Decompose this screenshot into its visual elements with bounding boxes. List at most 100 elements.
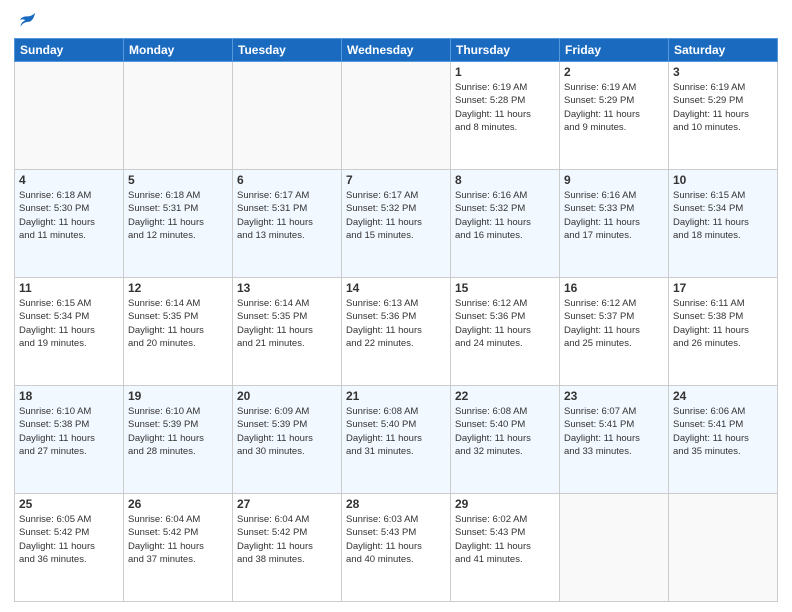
- day-info: Sunrise: 6:03 AM Sunset: 5:43 PM Dayligh…: [346, 513, 446, 566]
- header-sunday: Sunday: [15, 39, 124, 62]
- logo-bird-icon: [16, 10, 38, 32]
- day-number: 12: [128, 281, 228, 295]
- day-info: Sunrise: 6:14 AM Sunset: 5:35 PM Dayligh…: [237, 297, 337, 350]
- calendar-cell: 15 Sunrise: 6:12 AM Sunset: 5:36 PM Dayli…: [451, 278, 560, 386]
- day-number: 15: [455, 281, 555, 295]
- calendar-cell: 17Sunrise: 6:11 AM Sunset: 5:38 PM Dayli…: [669, 278, 778, 386]
- calendar-cell: 18 Sunrise: 6:10 AM Sunset: 5:38 PM Dayli…: [15, 386, 124, 494]
- calendar-cell: 28 Sunrise: 6:03 AM Sunset: 5:43 PM Dayli…: [342, 494, 451, 602]
- header-wednesday: Wednesday: [342, 39, 451, 62]
- calendar-cell: 25 Sunrise: 6:05 AM Sunset: 5:42 PM Dayli…: [15, 494, 124, 602]
- day-info: Sunrise: 6:17 AM Sunset: 5:31 PM Dayligh…: [237, 189, 337, 242]
- calendar-cell: 4Sunrise: 6:18 AM Sunset: 5:30 PM Daylig…: [15, 170, 124, 278]
- calendar-cell: 24 Sunrise: 6:06 AM Sunset: 5:41 PM Dayli…: [669, 386, 778, 494]
- calendar-week-1: 4Sunrise: 6:18 AM Sunset: 5:30 PM Daylig…: [15, 170, 778, 278]
- day-info: Sunrise: 6:10 AM Sunset: 5:39 PM Dayligh…: [128, 405, 228, 458]
- calendar-cell: [15, 62, 124, 170]
- calendar-cell: 12 Sunrise: 6:14 AM Sunset: 5:35 PM Dayli…: [124, 278, 233, 386]
- calendar-week-3: 18 Sunrise: 6:10 AM Sunset: 5:38 PM Dayli…: [15, 386, 778, 494]
- header-thursday: Thursday: [451, 39, 560, 62]
- calendar-cell: 9 Sunrise: 6:16 AM Sunset: 5:33 PM Daylig…: [560, 170, 669, 278]
- calendar-cell: 13 Sunrise: 6:14 AM Sunset: 5:35 PM Dayli…: [233, 278, 342, 386]
- calendar-cell: 22Sunrise: 6:08 AM Sunset: 5:40 PM Dayli…: [451, 386, 560, 494]
- calendar-cell: 27 Sunrise: 6:04 AM Sunset: 5:42 PM Dayli…: [233, 494, 342, 602]
- day-number: 25: [19, 497, 119, 511]
- day-number: 13: [237, 281, 337, 295]
- calendar-cell: 5 Sunrise: 6:18 AM Sunset: 5:31 PM Daylig…: [124, 170, 233, 278]
- calendar-week-2: 11Sunrise: 6:15 AM Sunset: 5:34 PM Dayli…: [15, 278, 778, 386]
- calendar-cell: 10 Sunrise: 6:15 AM Sunset: 5:34 PM Dayli…: [669, 170, 778, 278]
- calendar-cell: 29 Sunrise: 6:02 AM Sunset: 5:43 PM Dayli…: [451, 494, 560, 602]
- day-number: 20: [237, 389, 337, 403]
- day-number: 19: [128, 389, 228, 403]
- calendar-cell: 20Sunrise: 6:09 AM Sunset: 5:39 PM Dayli…: [233, 386, 342, 494]
- day-info: Sunrise: 6:14 AM Sunset: 5:35 PM Dayligh…: [128, 297, 228, 350]
- calendar-cell: [560, 494, 669, 602]
- calendar-week-4: 25 Sunrise: 6:05 AM Sunset: 5:42 PM Dayli…: [15, 494, 778, 602]
- day-info: Sunrise: 6:12 AM Sunset: 5:36 PM Dayligh…: [455, 297, 555, 350]
- day-info: Sunrise: 6:05 AM Sunset: 5:42 PM Dayligh…: [19, 513, 119, 566]
- day-info: Sunrise: 6:19 AM Sunset: 5:28 PM Dayligh…: [455, 81, 555, 134]
- calendar-cell: 1 Sunrise: 6:19 AM Sunset: 5:28 PM Daylig…: [451, 62, 560, 170]
- day-number: 5: [128, 173, 228, 187]
- day-info: Sunrise: 6:02 AM Sunset: 5:43 PM Dayligh…: [455, 513, 555, 566]
- day-number: 26: [128, 497, 228, 511]
- header-monday: Monday: [124, 39, 233, 62]
- day-number: 9: [564, 173, 664, 187]
- day-info: Sunrise: 6:19 AM Sunset: 5:29 PM Dayligh…: [673, 81, 773, 134]
- day-number: 4: [19, 173, 119, 187]
- day-number: 10: [673, 173, 773, 187]
- day-info: Sunrise: 6:17 AM Sunset: 5:32 PM Dayligh…: [346, 189, 446, 242]
- day-info: Sunrise: 6:19 AM Sunset: 5:29 PM Dayligh…: [564, 81, 664, 134]
- calendar-body: 1 Sunrise: 6:19 AM Sunset: 5:28 PM Daylig…: [15, 62, 778, 602]
- day-number: 3: [673, 65, 773, 79]
- day-info: Sunrise: 6:08 AM Sunset: 5:40 PM Dayligh…: [346, 405, 446, 458]
- day-number: 28: [346, 497, 446, 511]
- day-info: Sunrise: 6:16 AM Sunset: 5:32 PM Dayligh…: [455, 189, 555, 242]
- day-info: Sunrise: 6:16 AM Sunset: 5:33 PM Dayligh…: [564, 189, 664, 242]
- day-number: 11: [19, 281, 119, 295]
- day-number: 6: [237, 173, 337, 187]
- day-number: 18: [19, 389, 119, 403]
- calendar-cell: 14 Sunrise: 6:13 AM Sunset: 5:36 PM Dayli…: [342, 278, 451, 386]
- calendar-cell: [669, 494, 778, 602]
- day-info: Sunrise: 6:10 AM Sunset: 5:38 PM Dayligh…: [19, 405, 119, 458]
- calendar-cell: [342, 62, 451, 170]
- calendar-table: Sunday Monday Tuesday Wednesday Thursday…: [14, 38, 778, 602]
- calendar-cell: 21 Sunrise: 6:08 AM Sunset: 5:40 PM Dayli…: [342, 386, 451, 494]
- calendar-cell: 11Sunrise: 6:15 AM Sunset: 5:34 PM Dayli…: [15, 278, 124, 386]
- page: Sunday Monday Tuesday Wednesday Thursday…: [0, 0, 792, 612]
- calendar-cell: 2 Sunrise: 6:19 AM Sunset: 5:29 PM Daylig…: [560, 62, 669, 170]
- day-number: 21: [346, 389, 446, 403]
- calendar-cell: [233, 62, 342, 170]
- day-info: Sunrise: 6:12 AM Sunset: 5:37 PM Dayligh…: [564, 297, 664, 350]
- day-number: 23: [564, 389, 664, 403]
- day-info: Sunrise: 6:18 AM Sunset: 5:31 PM Dayligh…: [128, 189, 228, 242]
- calendar-cell: 26 Sunrise: 6:04 AM Sunset: 5:42 PM Dayli…: [124, 494, 233, 602]
- day-number: 7: [346, 173, 446, 187]
- header-saturday: Saturday: [669, 39, 778, 62]
- day-number: 1: [455, 65, 555, 79]
- calendar-cell: 23 Sunrise: 6:07 AM Sunset: 5:41 PM Dayli…: [560, 386, 669, 494]
- day-number: 16: [564, 281, 664, 295]
- day-number: 24: [673, 389, 773, 403]
- header-friday: Friday: [560, 39, 669, 62]
- calendar-cell: 6 Sunrise: 6:17 AM Sunset: 5:31 PM Daylig…: [233, 170, 342, 278]
- day-number: 22: [455, 389, 555, 403]
- header-tuesday: Tuesday: [233, 39, 342, 62]
- logo: [14, 10, 38, 32]
- calendar-cell: [124, 62, 233, 170]
- day-number: 2: [564, 65, 664, 79]
- day-number: 8: [455, 173, 555, 187]
- day-info: Sunrise: 6:04 AM Sunset: 5:42 PM Dayligh…: [237, 513, 337, 566]
- calendar-cell: 19 Sunrise: 6:10 AM Sunset: 5:39 PM Dayli…: [124, 386, 233, 494]
- day-info: Sunrise: 6:07 AM Sunset: 5:41 PM Dayligh…: [564, 405, 664, 458]
- day-number: 29: [455, 497, 555, 511]
- day-info: Sunrise: 6:13 AM Sunset: 5:36 PM Dayligh…: [346, 297, 446, 350]
- day-number: 27: [237, 497, 337, 511]
- day-info: Sunrise: 6:15 AM Sunset: 5:34 PM Dayligh…: [673, 189, 773, 242]
- day-number: 14: [346, 281, 446, 295]
- calendar-cell: 16 Sunrise: 6:12 AM Sunset: 5:37 PM Dayli…: [560, 278, 669, 386]
- day-info: Sunrise: 6:06 AM Sunset: 5:41 PM Dayligh…: [673, 405, 773, 458]
- day-info: Sunrise: 6:04 AM Sunset: 5:42 PM Dayligh…: [128, 513, 228, 566]
